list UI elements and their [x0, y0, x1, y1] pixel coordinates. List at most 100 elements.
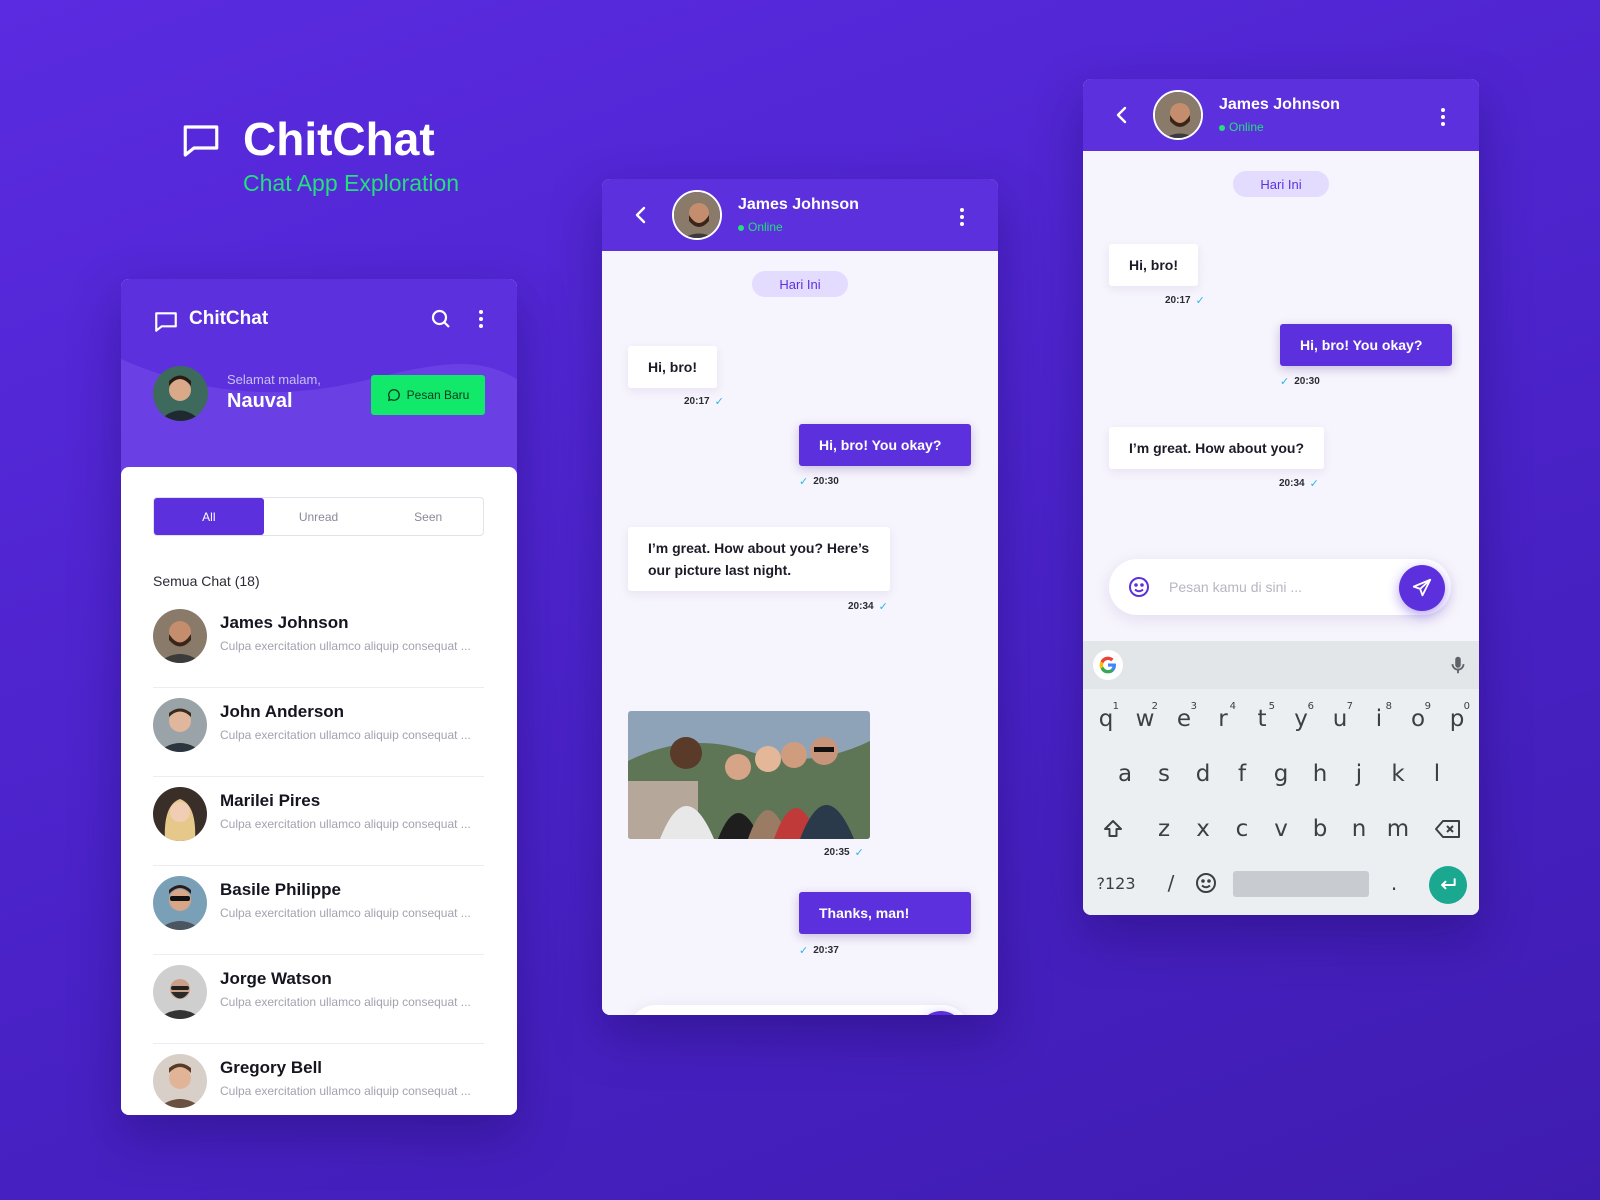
back-arrow-icon[interactable]	[629, 203, 653, 227]
key[interactable]: g	[1266, 754, 1296, 794]
key[interactable]: q1	[1091, 699, 1121, 739]
chat-row[interactable]: Jorge Watson Culpa exercitation ullamco …	[153, 955, 484, 1044]
search-icon[interactable]	[429, 307, 453, 331]
more-vertical-icon[interactable]	[469, 307, 493, 331]
period-key[interactable]: .	[1379, 863, 1409, 903]
back-arrow-icon[interactable]	[1110, 103, 1134, 127]
more-vertical-icon[interactable]	[950, 205, 974, 229]
tab-seen[interactable]: Seen	[373, 498, 483, 535]
backspace-key[interactable]	[1433, 809, 1463, 849]
check-icon: ✓	[854, 847, 864, 859]
check-icon: ✓	[1195, 295, 1205, 307]
send-button[interactable]	[1399, 565, 1445, 611]
key[interactable]: f	[1227, 754, 1257, 794]
key[interactable]: j	[1344, 754, 1374, 794]
contact-name: James Johnson	[1219, 96, 1340, 113]
chat-row[interactable]: Gregory Bell Culpa exercitation ullamco …	[153, 1044, 484, 1115]
section-title: Semua Chat (18)	[153, 573, 260, 589]
key-label: e	[1176, 706, 1192, 732]
key[interactable]: a	[1110, 754, 1140, 794]
key[interactable]: p0	[1442, 699, 1472, 739]
message-bubble-outgoing[interactable]: Hi, bro! You okay?	[1280, 324, 1452, 366]
key-label: r	[1218, 706, 1228, 732]
check-icon: ✓	[878, 601, 888, 613]
emoji-key[interactable]	[1191, 863, 1221, 903]
enter-key[interactable]	[1429, 866, 1467, 904]
list-body: All Unread Seen Semua Chat (18) James Jo…	[121, 467, 517, 1115]
message-meta: 20:34 ✓	[848, 600, 888, 613]
chat-row[interactable]: John Anderson Culpa exercitation ullamco…	[153, 688, 484, 777]
contact-avatar[interactable]	[672, 190, 722, 240]
message-bubble-incoming[interactable]: I’m great. How about you? Here’s our pic…	[628, 527, 890, 591]
contact-avatar	[153, 876, 207, 930]
chat-bubble-icon	[183, 125, 219, 157]
key[interactable]: d	[1188, 754, 1218, 794]
message-bubble-incoming[interactable]: I’m great. How about you?	[1109, 427, 1325, 469]
key[interactable]: r4	[1208, 699, 1238, 739]
key[interactable]: v	[1266, 809, 1296, 849]
key[interactable]: m	[1383, 809, 1413, 849]
key[interactable]: x	[1188, 809, 1218, 849]
key[interactable]: i8	[1364, 699, 1394, 739]
key[interactable]: e3	[1169, 699, 1199, 739]
slash-key[interactable]: /	[1156, 863, 1186, 903]
message-photo[interactable]	[628, 711, 870, 839]
key[interactable]: n	[1344, 809, 1374, 849]
message-bubble-outgoing[interactable]: Thanks, man!	[799, 892, 971, 934]
chat-row[interactable]: James Johnson Culpa exercitation ullamco…	[153, 599, 484, 688]
message-composer	[628, 1005, 970, 1015]
shift-key[interactable]	[1098, 809, 1128, 849]
tab-unread[interactable]: Unread	[264, 498, 374, 535]
key[interactable]: b	[1305, 809, 1335, 849]
google-icon[interactable]	[1093, 650, 1123, 680]
spacebar[interactable]	[1233, 871, 1369, 897]
contact-avatar[interactable]	[1153, 90, 1203, 140]
day-divider: Hari Ini	[752, 271, 848, 297]
microphone-icon[interactable]	[1447, 653, 1469, 677]
chat-list: James Johnson Culpa exercitation ullamco…	[153, 599, 484, 1115]
symbols-key[interactable]: ?123	[1095, 863, 1137, 903]
soft-keyboard: q1 w2 e3 r4 t5 y6 u7 i8 o9 p0 a s d f g …	[1083, 641, 1479, 915]
more-vertical-icon[interactable]	[1431, 105, 1455, 129]
message-time: 20:17	[684, 396, 710, 407]
check-icon: ✓	[799, 945, 809, 957]
new-message-button[interactable]: Pesan Baru	[371, 375, 485, 415]
message-time: 20:34	[1279, 478, 1305, 489]
brand-subtitle: Chat App Exploration	[243, 170, 460, 196]
key[interactable]: z	[1149, 809, 1179, 849]
message-area: Hari Ini Hi, bro! 20:17 ✓ Hi, bro! You ok…	[602, 251, 998, 1015]
key[interactable]: k	[1383, 754, 1413, 794]
tab-all[interactable]: All	[154, 498, 264, 535]
chat-bubble-icon	[155, 312, 177, 332]
contact-name: Marilei Pires	[220, 791, 321, 810]
check-icon: ✓	[799, 476, 809, 488]
key[interactable]: c	[1227, 809, 1257, 849]
online-dot	[738, 225, 744, 231]
message-bubble-incoming[interactable]: Hi, bro!	[628, 346, 717, 388]
key[interactable]: l	[1422, 754, 1452, 794]
key[interactable]: w2	[1130, 699, 1160, 739]
contact-status: Online	[1229, 120, 1264, 134]
key[interactable]: o9	[1403, 699, 1433, 739]
message-area: Hari Ini Hi, bro! 20:17 ✓ Hi, bro! You ok…	[1083, 151, 1479, 641]
greeting-text: Selamat malam,	[227, 372, 321, 387]
key-hint: 0	[1463, 701, 1470, 712]
chat-row[interactable]: Basile Philippe Culpa exercitation ullam…	[153, 866, 484, 955]
emoji-icon[interactable]	[1127, 575, 1151, 599]
message-input[interactable]	[1169, 575, 1369, 599]
key[interactable]: u7	[1325, 699, 1355, 739]
key[interactable]: y6	[1286, 699, 1316, 739]
user-avatar[interactable]	[153, 366, 208, 421]
chat-row[interactable]: Marilei Pires Culpa exercitation ullamco…	[153, 777, 484, 866]
message-bubble-outgoing[interactable]: Hi, bro! You okay?	[799, 424, 971, 466]
send-button[interactable]	[918, 1011, 964, 1015]
message-time: 20:17	[1165, 295, 1191, 306]
key[interactable]: s	[1149, 754, 1179, 794]
key-label: u	[1332, 706, 1348, 732]
key-hint: 2	[1151, 701, 1158, 712]
key[interactable]: h	[1305, 754, 1335, 794]
key[interactable]: t5	[1247, 699, 1277, 739]
message-time: 20:35	[824, 847, 850, 858]
message-bubble-incoming[interactable]: Hi, bro!	[1109, 244, 1198, 286]
key-label: o	[1410, 706, 1426, 732]
